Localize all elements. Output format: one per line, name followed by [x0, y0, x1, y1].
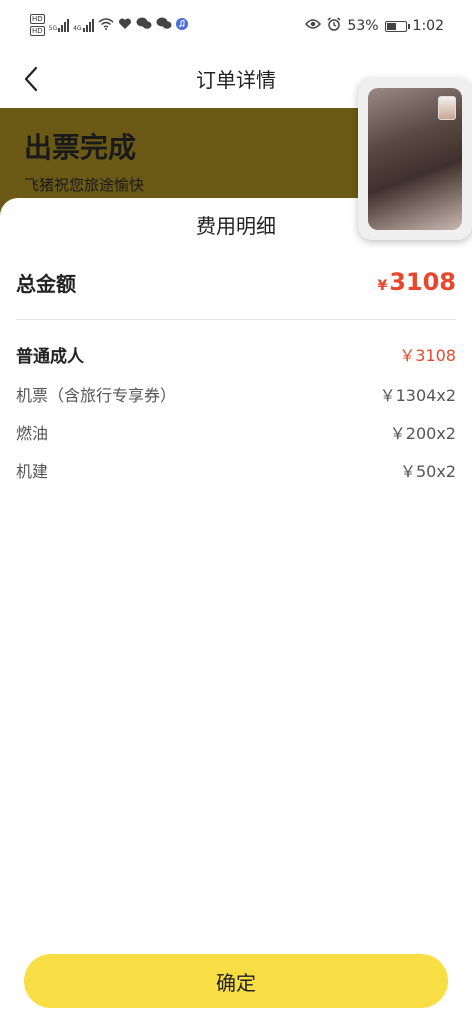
hd-badge-1: HD	[30, 14, 45, 24]
battery-level	[386, 22, 396, 30]
fee-row-adult: 普通成人 ￥3108	[16, 342, 456, 367]
total-amount: ¥3108	[377, 268, 456, 296]
total-label: 总金额	[16, 272, 76, 296]
remote-video	[368, 88, 462, 230]
hd-badge-2: HD	[30, 26, 45, 36]
status-left: HD HD 5G 4G	[30, 14, 188, 36]
banner-title: 出票完成	[24, 131, 137, 164]
music-icon	[175, 17, 188, 33]
total-value: 3108	[389, 268, 456, 296]
network-type-2: 4G	[73, 25, 82, 32]
wechat-icon	[136, 17, 152, 33]
status-bar: HD HD 5G 4G 53% 1:02	[0, 0, 472, 52]
fee-row-value: ￥3108	[399, 346, 456, 365]
fee-row-fuel: 燃油 ￥200x2	[16, 420, 456, 444]
clock: 1:02	[412, 18, 444, 34]
fee-row-label: 普通成人	[16, 347, 84, 367]
battery-icon	[384, 20, 410, 32]
fee-row-ticket: 机票（含旅行专享券） ￥1304x2	[16, 382, 456, 406]
fee-row-value: ￥50x2	[399, 462, 456, 481]
self-video-thumbnail[interactable]	[438, 96, 456, 120]
fee-row-label: 燃油	[16, 424, 49, 443]
fee-detail-sheet: 费用明细 总金额 ¥3108 普通成人 ￥3108 机票（含旅行专享券） ￥13…	[0, 198, 472, 1024]
alarm-icon	[327, 17, 341, 35]
floating-video-window[interactable]	[358, 78, 472, 240]
divider	[16, 319, 456, 320]
heart-icon	[118, 17, 132, 33]
fee-row-label: 机建	[16, 462, 49, 481]
wifi-icon	[98, 17, 114, 33]
fee-row-airport-tax: 机建 ￥50x2	[16, 458, 456, 482]
network-type-1: 5G	[48, 25, 58, 32]
battery-percent: 53%	[347, 18, 379, 34]
fee-row-value: ￥200x2	[389, 424, 456, 443]
signal-icon-2: 4G	[73, 18, 94, 32]
fee-row-value: ￥1304x2	[379, 386, 456, 405]
signal-icon-1: 5G	[48, 18, 70, 32]
wechat-icon-2	[156, 17, 172, 33]
eye-icon	[305, 18, 322, 34]
confirm-button[interactable]: 确定	[24, 954, 448, 1008]
banner-subtitle: 飞猪祝您旅途愉快	[24, 176, 145, 194]
fee-row-label: 机票（含旅行专享券）	[16, 386, 177, 405]
total-currency: ¥	[377, 278, 388, 294]
status-right: 53% 1:02	[305, 17, 444, 35]
hd-badges: HD HD	[30, 14, 45, 36]
